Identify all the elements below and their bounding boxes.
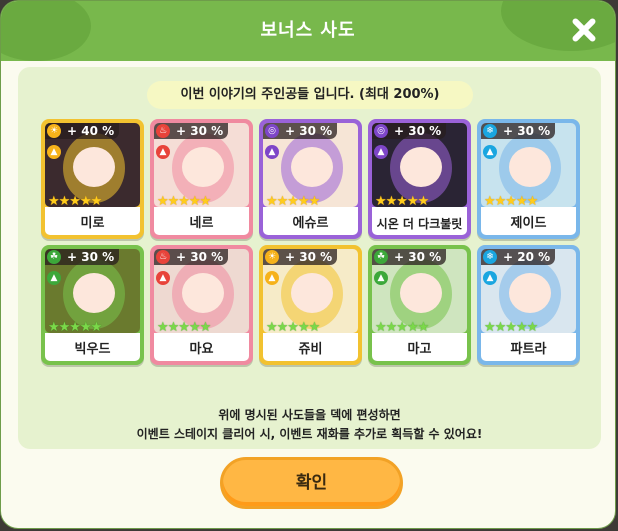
star-rating: ★★★★★ (48, 194, 102, 209)
fire-element-icon: ♨ (156, 124, 170, 138)
disciple-card[interactable]: + 30 % ☀ ▲ ★★★★★ 쥬비 (259, 245, 362, 365)
disciple-card[interactable]: + 30 % ◎ ▲ ★★★★★ 시온 더 다크불릿 (368, 119, 471, 239)
star-rating: ★★★★★ (484, 320, 538, 335)
dialog-header: 보너스 사도 (1, 1, 615, 61)
star-rating: ★★★★★ (48, 320, 102, 335)
nature-element-icon: ☘ (374, 250, 388, 264)
disciple-card[interactable]: + 40 % ☀ ▲ ★★★★★ 미로 (41, 119, 144, 239)
disciple-name: 미로 (80, 216, 105, 231)
disciple-card[interactable]: + 30 % ◎ ▲ ★★★★★ 에슈르 (259, 119, 362, 239)
water-element-icon: ❄ (483, 250, 497, 264)
attacker-icon: ▲ (156, 145, 170, 159)
disciple-card[interactable]: + 30 % ♨ ▲ ★★★★★ 네르 (150, 119, 253, 239)
supporter-icon: ▲ (483, 145, 497, 159)
disciple-name: 쥬비 (298, 342, 323, 357)
subtitle-banner: 이번 이야기의 주인공들 입니다. (최대 200%) (147, 81, 473, 109)
dark-element-icon: ◎ (265, 124, 279, 138)
star-rating: ★★★★★ (266, 194, 320, 209)
star-rating: ★★★★★ (266, 320, 320, 335)
attacker-icon: ▲ (483, 271, 497, 285)
disciple-card[interactable]: + 30 % ♨ ▲ ★★★★★ 마요 (150, 245, 253, 365)
nature-element-icon: ☘ (47, 250, 61, 264)
bonus-note: 위에 명시된 사도들을 덱에 편성하면 이벤트 스테이지 클리어 시, 이벤트 … (18, 406, 601, 444)
disciple-name: 마고 (407, 342, 432, 357)
note-line-2: 이벤트 스테이지 클리어 시, 이벤트 재화를 추가로 획득할 수 있어요! (136, 427, 483, 441)
star-rating: ★★★★★ (375, 194, 429, 209)
disciple-card[interactable]: + 20 % ❄ ▲ ★★★★★ 파트라 (477, 245, 580, 365)
star-rating: ★★★★★ (157, 320, 211, 335)
fire-element-icon: ♨ (156, 250, 170, 264)
disciple-name: 제이드 (510, 216, 547, 231)
supporter-icon: ▲ (374, 271, 388, 285)
dark-element-icon: ◎ (374, 124, 388, 138)
star-rating: ★★★★★ (157, 194, 211, 209)
mage-icon: ▲ (156, 271, 170, 285)
light-element-icon: ☀ (265, 250, 279, 264)
light-element-icon: ☀ (47, 124, 61, 138)
disciple-card[interactable]: + 30 % ☘ ▲ ★★★★★ 마고 (368, 245, 471, 365)
confirm-button[interactable]: 확인 (220, 457, 403, 509)
defender-icon: ▲ (265, 271, 279, 285)
disciple-name: 네르 (189, 216, 214, 231)
water-element-icon: ❄ (483, 124, 497, 138)
star-rating: ★★★★★ (375, 320, 429, 335)
disciple-card[interactable]: + 30 % ☘ ▲ ★★★★★ 빅우드 (41, 245, 144, 365)
close-icon[interactable] (567, 13, 601, 47)
bonus-disciple-dialog: 보너스 사도 이번 이야기의 주인공들 입니다. (최대 200%) + 40 … (0, 0, 616, 529)
disciple-name: 빅우드 (74, 342, 111, 357)
defender-icon: ▲ (47, 271, 61, 285)
note-line-1: 위에 명시된 사도들을 덱에 편성하면 (218, 408, 401, 422)
attacker-icon: ▲ (47, 145, 61, 159)
disciple-card[interactable]: + 30 % ❄ ▲ ★★★★★ 제이드 (477, 119, 580, 239)
mage-icon: ▲ (265, 145, 279, 159)
dialog-title: 보너스 사도 (260, 20, 356, 41)
disciple-name: 시온 더 다크불릿 (376, 217, 463, 231)
star-rating: ★★★★★ (484, 194, 538, 209)
attacker-icon: ▲ (374, 145, 388, 159)
disciple-name: 에슈르 (292, 216, 329, 231)
disciple-name: 파트라 (510, 342, 547, 357)
disciple-name: 마요 (189, 342, 214, 357)
